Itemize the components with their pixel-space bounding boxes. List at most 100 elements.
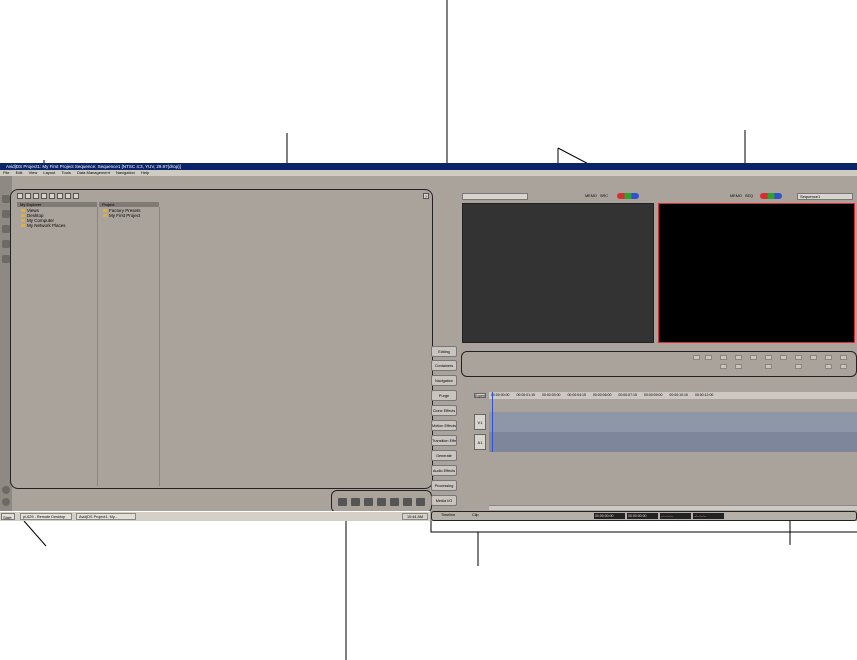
layout-icon[interactable]	[2, 225, 10, 233]
new-folder-icon[interactable]	[49, 193, 55, 199]
layout-icon[interactable]	[2, 255, 10, 263]
zoom-icon[interactable]	[2, 498, 10, 506]
command-motion-effects[interactable]: Motion Effects	[431, 420, 457, 431]
tab-timeline[interactable]: Timeline	[441, 512, 455, 519]
command-processing[interactable]: Processing	[431, 480, 457, 491]
overwrite-icon[interactable]	[795, 364, 802, 369]
menu-edit[interactable]: Edit	[16, 170, 23, 175]
network-icon	[21, 224, 25, 228]
menu-navigation[interactable]: Navigation	[116, 170, 135, 175]
extract-icon[interactable]	[825, 355, 832, 360]
play-reverse-icon[interactable]	[735, 355, 742, 360]
list-view-icon[interactable]	[25, 193, 31, 199]
mark-out-icon[interactable]	[795, 355, 802, 360]
record-memo-label: MEMO	[730, 194, 742, 198]
timeline-spacer	[489, 400, 857, 412]
audio-track-a1[interactable]	[489, 432, 857, 452]
menu-file[interactable]: File	[3, 170, 9, 175]
explorer-toolbar	[13, 193, 428, 200]
rgb-channel-icon[interactable]	[760, 193, 782, 199]
command-transition-effects[interactable]: Transition Effects	[431, 435, 457, 446]
menu-help[interactable]: Help	[141, 170, 149, 175]
command-clone-effects[interactable]: Clone Effects	[431, 405, 457, 416]
key-icon[interactable]	[403, 498, 412, 506]
menu-bar: File Edit View Layout Tools Data Managem…	[0, 170, 857, 176]
record-seq-label: SEQ	[745, 194, 754, 198]
back-icon[interactable]	[17, 193, 23, 199]
menu-data-management[interactable]: Data Management	[77, 170, 110, 175]
tree-item-my-first-project[interactable]: My First Project	[103, 213, 140, 218]
go-to-in-icon[interactable]	[720, 364, 727, 369]
command-audio-effects[interactable]: Audio Effects	[431, 465, 457, 476]
taskbar-button-remote[interactable]: pl-629 - Remote Desktop	[20, 513, 72, 520]
taskbar-button-avid[interactable]: Avid|DS Project1: My...	[76, 513, 136, 520]
command-containers[interactable]: Containers	[431, 360, 457, 371]
timeline-scrollbar[interactable]	[489, 505, 857, 510]
timecode-display: 00:00:00:00	[627, 513, 658, 519]
menu-tools[interactable]: Tools	[61, 170, 70, 175]
capture-icon[interactable]	[338, 498, 347, 506]
layout-icon[interactable]	[2, 210, 10, 218]
menu-view[interactable]: View	[29, 170, 38, 175]
search-icon[interactable]	[57, 193, 63, 199]
tab-clip[interactable]: Clip	[472, 512, 479, 519]
source-dropdown[interactable]	[462, 193, 528, 200]
record-icon[interactable]	[840, 364, 847, 369]
tool-tray	[331, 490, 432, 513]
step-forward-icon[interactable]	[765, 355, 772, 360]
loop-icon[interactable]	[765, 364, 772, 369]
properties-icon[interactable]	[65, 193, 71, 199]
command-purge[interactable]: Purge	[431, 390, 457, 401]
command-generate[interactable]: Generate	[431, 450, 457, 461]
track-label-v1[interactable]: V1	[474, 414, 486, 430]
splice-icon[interactable]	[840, 355, 847, 360]
command-navigation[interactable]: Navigation	[431, 375, 457, 386]
lift-icon[interactable]	[810, 355, 817, 360]
folder-icon	[21, 209, 25, 213]
play-icon[interactable]	[750, 355, 757, 360]
rgb-channel-icon[interactable]	[617, 193, 639, 199]
batch-icon[interactable]	[377, 498, 386, 506]
layout-icon[interactable]	[2, 240, 10, 248]
omf-icon[interactable]	[364, 498, 373, 506]
help-button[interactable]: ?	[423, 193, 429, 199]
timecode-display: --:--:--:--	[660, 513, 691, 519]
fast-rewind-icon[interactable]	[705, 355, 712, 360]
track-label-a1[interactable]: A1	[474, 434, 486, 450]
command-media-io[interactable]: Media I/O	[431, 495, 457, 506]
avid-ds-application: Avid|DS Project1: My First Project Seque…	[0, 163, 857, 521]
taskbar-clock: 10:44 AM	[402, 513, 428, 520]
edl-icon[interactable]	[351, 498, 360, 506]
timeline-status-bar: Timeline Clip 00:00:00:00 00:00:00:00 --…	[431, 511, 857, 521]
start-button[interactable]: Start	[1, 513, 15, 520]
tools-icon[interactable]	[390, 498, 399, 506]
source-memo-label: MEMO	[585, 194, 597, 198]
up-folder-icon[interactable]	[41, 193, 47, 199]
layout-icon[interactable]	[2, 195, 10, 203]
folder-icon	[21, 214, 25, 218]
go-to-out-icon[interactable]	[735, 364, 742, 369]
menu-layout[interactable]: Layout	[43, 170, 55, 175]
explorer-tree	[17, 207, 98, 486]
step-back-icon[interactable]	[720, 355, 727, 360]
settings-icon[interactable]	[416, 498, 425, 506]
expert-button[interactable]: Expert	[474, 393, 486, 398]
rewind-icon[interactable]	[693, 355, 700, 360]
explorer-panel: ? My Explorer Project Views Desktop My C…	[10, 189, 433, 489]
record-monitor[interactable]	[658, 203, 855, 343]
command-editing[interactable]: Editing	[431, 346, 457, 357]
delete-icon[interactable]	[73, 193, 79, 199]
tree-item-network-places[interactable]: My Network Places	[21, 223, 66, 228]
details-view-icon[interactable]	[33, 193, 39, 199]
mark-in-icon[interactable]	[780, 355, 787, 360]
timeline-ruler[interactable]: 00:00:00:00 00:00:01:15 00:00:03:00 00:0…	[489, 392, 857, 399]
sequence-dropdown[interactable]: Sequence1	[797, 193, 853, 200]
timecode-display: --:--:--:--	[693, 513, 724, 519]
windows-taskbar: Start pl-629 - Remote Desktop Avid|DS Pr…	[0, 511, 430, 521]
stop-icon[interactable]	[825, 364, 832, 369]
zoom-icon[interactable]	[2, 486, 10, 494]
video-track-v1[interactable]	[489, 412, 857, 432]
project-tree	[99, 207, 160, 486]
computer-icon	[21, 219, 25, 223]
source-monitor[interactable]	[462, 203, 654, 343]
